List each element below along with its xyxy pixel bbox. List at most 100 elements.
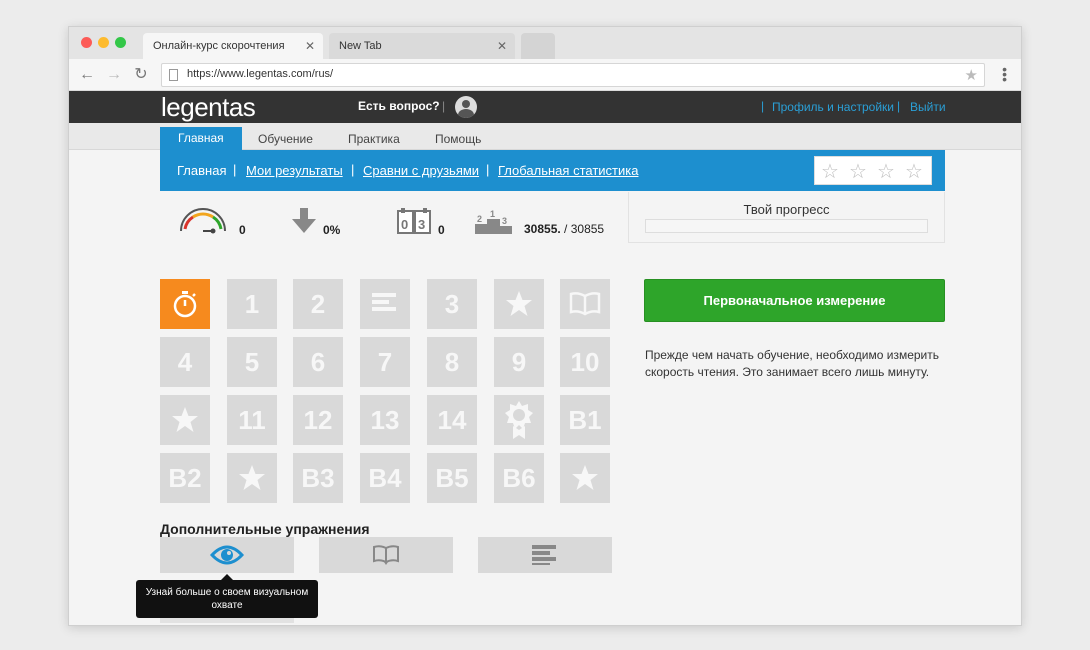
- lesson-tile[interactable]: B1: [560, 395, 610, 445]
- lesson-tile[interactable]: 12: [293, 395, 343, 445]
- lesson-tile[interactable]: 7: [360, 337, 410, 387]
- lesson-tile[interactable]: 14: [427, 395, 477, 445]
- browser-tab-active[interactable]: Онлайн-курс скорочтения ✕: [143, 33, 323, 59]
- lesson-tile[interactable]: 4: [160, 337, 210, 387]
- star-icon: [172, 407, 198, 432]
- rank-total: / 30855: [564, 222, 605, 236]
- extra-exercise-reading[interactable]: [319, 537, 453, 573]
- lesson-tile-star[interactable]: [160, 395, 210, 445]
- speed-value: 0: [239, 223, 246, 237]
- sub-navigation: Главная | Мои результаты | Сравни с друз…: [160, 150, 945, 191]
- text-lines-icon: [532, 545, 556, 565]
- lesson-tile[interactable]: 13: [360, 395, 410, 445]
- bookmark-star-icon[interactable]: ★: [965, 66, 978, 84]
- star-icon: ☆: [821, 161, 839, 183]
- tab-help[interactable]: Помощь: [435, 129, 481, 150]
- browser-tab-title: Онлайн-курс скорочтения: [153, 40, 285, 52]
- browser-toolbar: ← → ↻ https://www.legentas.com/rus/ ★ • •…: [69, 59, 1021, 91]
- lesson-tile-text[interactable]: [360, 279, 410, 329]
- lesson-tile[interactable]: B6: [494, 453, 544, 503]
- award-badge-icon: [505, 401, 533, 439]
- avatar[interactable]: [455, 96, 477, 118]
- subnav-global-stats[interactable]: Глобальная статистика: [498, 163, 638, 178]
- rating-stars: ☆ ☆ ☆ ☆: [814, 156, 932, 185]
- subnav-divider: |: [351, 162, 355, 177]
- forward-icon[interactable]: →: [104, 65, 124, 85]
- subnav-divider: |: [486, 162, 490, 177]
- lesson-tile[interactable]: B3: [293, 453, 343, 503]
- lesson-tile[interactable]: 9: [494, 337, 544, 387]
- close-tab-icon[interactable]: ✕: [497, 33, 507, 59]
- maximize-window-button[interactable]: [115, 37, 126, 48]
- close-tab-icon[interactable]: ✕: [305, 33, 315, 59]
- browser-tabstrip: Онлайн-курс скорочтения ✕ New Tab ✕: [69, 27, 1021, 59]
- tab-practice[interactable]: Практика: [348, 129, 400, 150]
- lesson-tile-book[interactable]: [560, 279, 610, 329]
- lesson-tile[interactable]: 5: [227, 337, 277, 387]
- rank-value: 30855. / 30855: [524, 222, 604, 236]
- browser-menu-icon[interactable]: • • •: [1002, 62, 1007, 86]
- star-icon: ☆: [849, 161, 867, 183]
- browser-tab-inactive[interactable]: New Tab ✕: [329, 33, 515, 59]
- site-header: legentas Есть вопрос? | | Профиль и наст…: [69, 91, 1021, 123]
- lesson-tile[interactable]: 6: [293, 337, 343, 387]
- progress-bar: [645, 219, 928, 233]
- extra-exercises-title: Дополнительные упражнения: [160, 521, 370, 537]
- description-text: Прежде чем начать обучение, необходимо и…: [645, 348, 939, 379]
- lesson-tile[interactable]: 1: [227, 279, 277, 329]
- lesson-tile[interactable]: 11: [227, 395, 277, 445]
- svg-text:2: 2: [477, 214, 482, 224]
- text-lines-icon: [372, 293, 396, 311]
- lesson-tile-star[interactable]: [560, 453, 610, 503]
- site-logo[interactable]: legentas: [161, 92, 256, 123]
- close-window-button[interactable]: [81, 37, 92, 48]
- profile-settings-link[interactable]: Профиль и настройки: [772, 100, 894, 114]
- scoreboard-icon: 0 3: [397, 208, 431, 234]
- header-divider: |: [761, 99, 765, 113]
- tab-home[interactable]: Главная: [160, 127, 242, 150]
- lesson-tile[interactable]: 2: [293, 279, 343, 329]
- minimize-window-button[interactable]: [98, 37, 109, 48]
- tab-training[interactable]: Обучение: [258, 129, 313, 150]
- speedometer-icon: [180, 208, 226, 234]
- change-value: 0%: [323, 223, 341, 237]
- lesson-tile[interactable]: 3: [427, 279, 477, 329]
- subnav-my-results[interactable]: Мои результаты: [246, 163, 343, 178]
- subnav-home[interactable]: Главная: [177, 163, 226, 178]
- logout-link[interactable]: Выйти: [910, 100, 946, 114]
- back-icon[interactable]: ←: [77, 65, 97, 85]
- browser-window: Онлайн-курс скорочтения ✕ New Tab ✕ ← → …: [68, 26, 1022, 626]
- book-icon: [569, 292, 601, 316]
- star-icon: [506, 291, 532, 316]
- lesson-tile-star[interactable]: [227, 453, 277, 503]
- arrow-down-icon: [292, 208, 316, 233]
- question-link[interactable]: Есть вопрос?: [358, 99, 440, 113]
- visual-span-tooltip: Узнай больше о своем визуальном охвате: [136, 580, 318, 618]
- extra-exercise-visual-span[interactable]: [160, 537, 294, 573]
- svg-text:3: 3: [502, 216, 507, 226]
- lesson-tile[interactable]: B5: [427, 453, 477, 503]
- address-bar[interactable]: https://www.legentas.com/rus/ ★: [161, 63, 985, 87]
- header-divider: |: [442, 99, 446, 113]
- star-icon: ☆: [905, 161, 923, 183]
- lesson-tile-timer[interactable]: [160, 279, 210, 329]
- counter-value: 0: [438, 223, 445, 237]
- progress-panel: Твой прогресс: [628, 192, 945, 243]
- timer-icon: [173, 291, 197, 318]
- lesson-tile[interactable]: B2: [160, 453, 210, 503]
- lesson-tile-star[interactable]: [494, 279, 544, 329]
- lesson-tile-badge[interactable]: [494, 395, 544, 445]
- progress-title: Твой прогресс: [743, 202, 830, 217]
- extra-exercise-text[interactable]: [478, 537, 612, 573]
- initial-measurement-button[interactable]: Первоначальное измерение: [644, 279, 945, 322]
- reload-icon[interactable]: ↻: [131, 65, 151, 85]
- lesson-tile[interactable]: 8: [427, 337, 477, 387]
- lesson-tile[interactable]: B4: [360, 453, 410, 503]
- svg-text:1: 1: [490, 209, 495, 219]
- svg-text:3: 3: [418, 217, 425, 232]
- star-icon: [572, 465, 598, 490]
- subnav-compare-friends[interactable]: Сравни с друзьями: [363, 163, 479, 178]
- lesson-tile[interactable]: 10: [560, 337, 610, 387]
- header-divider: |: [897, 99, 901, 113]
- new-tab-button[interactable]: [521, 33, 555, 59]
